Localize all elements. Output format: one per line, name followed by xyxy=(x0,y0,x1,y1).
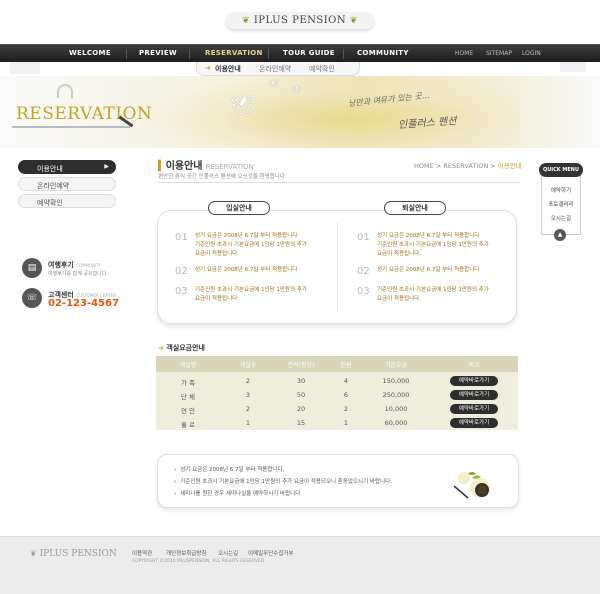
note-item: › 성기 요금은 2008년 6.7일 부터 적용합니다. xyxy=(174,467,285,473)
site-logo[interactable]: ❦ IPLUS PENSION ❦ xyxy=(0,8,600,29)
leaf-icon: ❦ xyxy=(242,16,251,26)
footer-logo: ❦ IPLUS PENSION xyxy=(30,549,117,559)
nav-reservation[interactable]: RESERVATION xyxy=(205,49,263,57)
main-nav: WELCOME PREVIEW RESERVATION TOUR GUIDE C… xyxy=(0,44,600,62)
phone-icon: ☏ xyxy=(22,288,42,308)
chevron-right-icon: › xyxy=(174,491,177,497)
reservation-banner: RESERVATION 🕊 🕊 🕊 낭만과 여유가 있는 곳... 인플러스 펜… xyxy=(0,76,600,148)
breadcrumb: HOME > RESERVATION > 이용안내 xyxy=(414,162,522,170)
quick-menu-item[interactable]: 포토갤러리 xyxy=(542,200,580,208)
quick-menu-item[interactable]: 오시는길 xyxy=(542,214,580,222)
nav-divider xyxy=(343,49,344,59)
quick-menu-item[interactable]: 예약하기 xyxy=(542,186,580,194)
bullet-arrow-icon: ➜ xyxy=(158,344,164,352)
sidebar-item-booking-check[interactable]: 예약확인 xyxy=(18,194,116,208)
leaf-icon: ❦ xyxy=(349,16,358,26)
table-row: 단 체 3 50 6 250,000 예약바로가기 xyxy=(156,388,518,402)
seagull-icon: 🕊 xyxy=(268,80,279,89)
leaf-icon: ❦ xyxy=(30,549,37,558)
coffee-cup-icon xyxy=(453,472,490,499)
subnav-online-booking[interactable]: 온라인예약 xyxy=(259,64,291,74)
footer-link-no-email[interactable]: 이메일무단수집거부 xyxy=(248,549,294,557)
nav-home-link[interactable]: HOME xyxy=(455,50,473,57)
title-bar-icon: ▍ xyxy=(158,161,166,172)
rates-title: ➜ 객실요금안내 xyxy=(158,344,205,352)
seagull-icon: 🕊 xyxy=(292,86,301,94)
subnav-bullet-icon: ➜ xyxy=(205,64,211,72)
checkout-tab: 퇴실안내 xyxy=(384,201,446,215)
seagull-icon: 🕊 xyxy=(230,94,256,118)
table-header: 객실명 객실수 면적(평형) 인원 기본요금 비고 xyxy=(156,356,518,372)
sidebar-item-usage-guide[interactable]: 이용안내 ▶ xyxy=(18,160,116,174)
footer-link-privacy[interactable]: 개인정보취급방침 xyxy=(166,549,206,557)
nav-divider xyxy=(189,49,190,59)
subnav-booking-check[interactable]: 예약확인 xyxy=(309,64,335,74)
breadcrumb-home[interactable]: HOME xyxy=(414,162,434,170)
arrow-right-icon: ▶ xyxy=(104,163,109,170)
quick-menu-title: QUICK MENU xyxy=(539,163,583,177)
footer-link-directions[interactable]: 오시는길 xyxy=(218,549,238,557)
copyright: COPYRIGHT ©2010 IPLUSPENSION. ALL RIGHTS… xyxy=(132,559,265,564)
nav-community[interactable]: COMMUNITY xyxy=(357,49,409,57)
review-link[interactable]: ▤ 여행후기 COMMUNITY 여행후기를 함께 공유합니다. xyxy=(22,258,132,280)
divider xyxy=(158,182,520,183)
reserve-button[interactable]: 예약바로가기 xyxy=(450,404,498,414)
breadcrumb-section[interactable]: RESERVATION xyxy=(443,162,488,170)
table-row: 연 인 2 20 2 10,000 예약바로가기 xyxy=(156,402,518,416)
page-title: ▍이용안내 RESERVATION xyxy=(158,161,254,172)
nav-sitemap-link[interactable]: SITEMAP xyxy=(486,50,512,57)
table-row: 가 족 2 30 4 150,000 예약바로가기 xyxy=(156,374,518,388)
chevron-right-icon: › xyxy=(174,467,177,473)
phone-number: 02-123-4567 xyxy=(48,298,119,309)
scroll-top-icon[interactable]: ▲ xyxy=(554,229,566,241)
banner-title: RESERVATION xyxy=(16,104,153,124)
nav-welcome[interactable]: WELCOME xyxy=(69,49,111,57)
nav-login-link[interactable]: LOGIN xyxy=(522,50,541,57)
bell-icon xyxy=(57,84,73,98)
table-row: 홀 로 1 15 1 60,000 예약바로가기 xyxy=(156,416,518,430)
footer-link-terms[interactable]: 이용약관 xyxy=(132,549,152,557)
reserve-button[interactable]: 예약바로가기 xyxy=(450,390,498,400)
book-icon: ▤ xyxy=(22,258,42,278)
nav-divider xyxy=(268,49,269,59)
reserve-button[interactable]: 예약바로가기 xyxy=(450,376,498,386)
reserve-button[interactable]: 예약바로가기 xyxy=(450,418,498,428)
panel-divider xyxy=(337,222,338,312)
subnav-usage-guide[interactable]: 이용안내 xyxy=(215,64,241,74)
sub-nav: ➜ 이용안내 온라인예약 예약확인 xyxy=(196,62,360,76)
customer-center: ☏ 고객센터 CUSTOMER CENTER 02-123-4567 xyxy=(22,288,132,312)
quick-menu-box: 예약하기 포토갤러리 오시는길 xyxy=(541,175,581,235)
quick-menu: 예약하기 포토갤러리 오시는길 QUICK MENU ▲ xyxy=(539,163,583,243)
note-item: › 기준인원 초과시 기본요금에 1인당 1만원의 추가 요금이 적용되오니 혼동… xyxy=(174,479,392,485)
breadcrumb-current: 이용안내 xyxy=(497,162,522,170)
footer: ❦ IPLUS PENSION 이용약관 개인정보취급방침 오시는길 이메일무단… xyxy=(0,536,600,594)
note-item: › 세미나를 원한 경우 세미나실을 예약하시기 바랍니다. xyxy=(174,491,303,497)
nav-divider xyxy=(126,49,127,59)
nav-preview[interactable]: PREVIEW xyxy=(139,49,177,57)
bg-decor xyxy=(10,60,40,74)
banner-wash xyxy=(140,76,520,148)
table-body: 가 족 2 30 4 150,000 예약바로가기 단 체 3 50 6 250… xyxy=(156,372,518,430)
chevron-right-icon: › xyxy=(174,479,177,485)
sidebar-item-online-booking[interactable]: 온라인예약 xyxy=(18,177,116,191)
checkin-tab: 입실안내 xyxy=(208,201,270,215)
nav-tour-guide[interactable]: TOUR GUIDE xyxy=(283,49,335,57)
page-description: 편안한 휴식 공간 인플러스 펜션에 오신것을 환영합니다. xyxy=(158,174,287,180)
